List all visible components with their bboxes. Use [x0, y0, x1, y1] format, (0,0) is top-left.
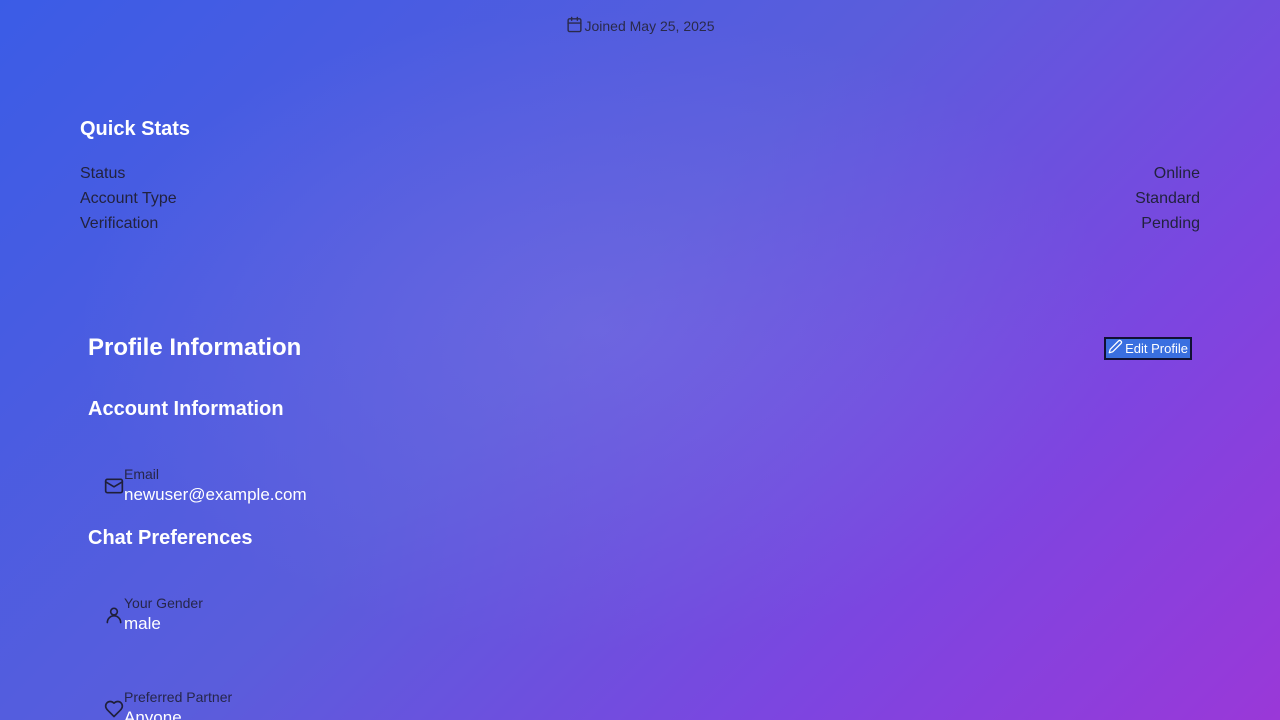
- partner-label: Preferred Partner: [124, 689, 233, 705]
- pencil-icon: [1108, 339, 1123, 357]
- gender-item: Your Gender male: [104, 594, 203, 636]
- stat-row-account-type: Account Type Standard: [80, 186, 1200, 211]
- edit-profile-button[interactable]: Edit Profile: [1104, 336, 1192, 360]
- email-value: newuser@example.com: [124, 485, 307, 504]
- edit-profile-label: Edit Profile: [1125, 340, 1188, 356]
- gender-label: Your Gender: [124, 595, 203, 611]
- calendar-icon: [566, 16, 583, 36]
- stat-label: Status: [80, 165, 126, 182]
- stat-label: Verification: [80, 215, 159, 232]
- preferred-partner-item: Preferred Partner Anyone: [104, 688, 232, 720]
- partner-value: Anyone: [124, 708, 182, 720]
- stat-row-verification: Verification Pending: [80, 211, 1200, 236]
- chat-preferences-title: Chat Preferences: [88, 527, 253, 549]
- account-information-title: Account Information: [88, 398, 284, 420]
- mail-icon: [104, 476, 124, 496]
- stat-row-status: Status Online: [80, 161, 1200, 186]
- quick-stats-card: Quick Stats Status Online Account Type S…: [80, 118, 1200, 236]
- gender-value: male: [124, 614, 161, 633]
- profile-header: Profile Information Edit Profile: [88, 332, 1192, 364]
- stat-value: Standard: [1135, 190, 1200, 207]
- stat-value: Online: [1153, 165, 1200, 182]
- profile-information-card: Profile Information Edit Profile Account…: [88, 332, 1192, 720]
- joined-text: Joined May 25, 2025: [584, 18, 715, 34]
- stat-label: Account Type: [80, 190, 177, 207]
- quick-stats-title: Quick Stats: [80, 118, 191, 140]
- stat-value: Pending: [1141, 215, 1200, 232]
- email-label: Email: [124, 466, 160, 482]
- heart-icon: [104, 699, 124, 719]
- joined-date: Joined May 25, 2025: [0, 16, 1280, 36]
- email-item: Email newuser@example.com: [104, 465, 307, 507]
- profile-title: Profile Information: [88, 334, 302, 361]
- user-icon: [104, 605, 124, 625]
